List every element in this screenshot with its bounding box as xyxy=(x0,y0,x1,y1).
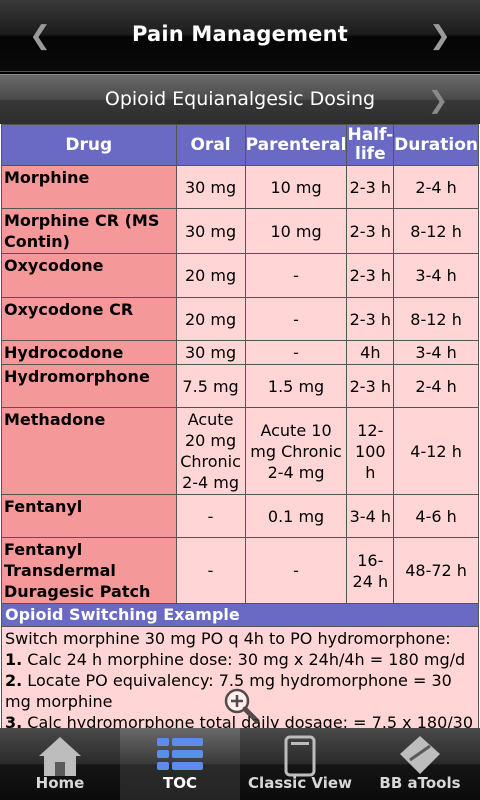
drug-cell: Morphine CR (MS Contin) xyxy=(1,208,177,254)
table-row: Fentanyl - 0.1 mg 3-4 h 4-6 h xyxy=(1,494,479,538)
drug-cell: Oxycodone CR xyxy=(1,297,177,341)
parenteral-cell: 1.5 mg xyxy=(244,364,348,408)
step-number: 3. xyxy=(5,713,23,728)
example-step: 1. Calc 24 h morphine dose: 30 mg x 24h/… xyxy=(5,649,475,670)
parenteral-cell: - xyxy=(244,297,348,341)
drug-cell: Methadone xyxy=(1,407,177,495)
parenteral-cell: 10 mg xyxy=(244,208,348,254)
oral-cell: - xyxy=(175,494,246,538)
half-life-cell: 16-24 h xyxy=(346,537,395,604)
oral-cell: 30 mg xyxy=(175,340,246,365)
tab-home[interactable]: Home xyxy=(0,728,120,800)
step-text: Calc 24 h morphine dose: 30 mg x 24h/4h … xyxy=(22,650,466,669)
table-row: Hydromorphone 7.5 mg 1.5 mg 2-3 h 2-4 h xyxy=(1,364,479,408)
oral-cell: 7.5 mg xyxy=(175,364,246,408)
oral-cell: 20 mg xyxy=(175,297,246,341)
tab-label: BB aTools xyxy=(379,774,461,792)
section-title: Opioid Equianalgesic Dosing xyxy=(104,88,376,110)
drug-cell: Fentanyl xyxy=(1,494,177,538)
duration-cell: 4-6 h xyxy=(393,494,479,538)
content-area[interactable]: Drug Oral Parenteral Half-life Duration … xyxy=(0,124,480,728)
back-arrow-icon[interactable]: ❮ xyxy=(26,22,54,50)
drug-cell: Hydrocodone xyxy=(1,340,177,365)
bottom-tab-bar: Home TOC Classic View BB aTools xyxy=(0,728,480,800)
column-header-duration: Duration xyxy=(393,124,479,166)
column-header-oral: Oral xyxy=(175,124,246,166)
parenteral-cell: - xyxy=(244,253,348,298)
half-life-cell: 12-100 h xyxy=(346,407,395,495)
forward-arrow-icon[interactable]: ❯ xyxy=(426,22,454,50)
half-life-cell: 2-3 h xyxy=(346,364,395,408)
duration-cell: 3-4 h xyxy=(393,340,479,365)
step-number: 1. xyxy=(5,650,23,669)
table-row: Fentanyl Transdermal Duragesic Patch - -… xyxy=(1,537,479,604)
dosing-table: Drug Oral Parenteral Half-life Duration … xyxy=(1,124,479,728)
half-life-cell: 2-3 h xyxy=(346,165,395,209)
list-icon xyxy=(155,734,205,778)
example-intro: Switch morphine 30 mg PO q 4h to PO hydr… xyxy=(5,629,451,648)
oral-cell: 20 mg xyxy=(175,253,246,298)
parenteral-cell: - xyxy=(244,340,348,365)
oral-cell: Acute 20 mg Chronic 2-4 mg xyxy=(175,407,246,495)
parenteral-cell: 0.1 mg xyxy=(244,494,348,538)
half-life-cell: 2-3 h xyxy=(346,297,395,341)
oral-cell: 30 mg xyxy=(175,208,246,254)
duration-cell: 48-72 h xyxy=(393,537,479,604)
column-header-drug: Drug xyxy=(1,124,177,166)
duration-cell: 2-4 h xyxy=(393,364,479,408)
duration-cell: 8-12 h xyxy=(393,297,479,341)
column-header-half-life: Half-life xyxy=(346,124,395,166)
half-life-cell: 2-3 h xyxy=(346,253,395,298)
tab-bb-atools[interactable]: BB aTools xyxy=(360,728,480,800)
table-header-row: Drug Oral Parenteral Half-life Duration xyxy=(1,124,479,166)
table-row: Methadone Acute 20 mg Chronic 2-4 mg Acu… xyxy=(1,407,479,495)
half-life-cell: 3-4 h xyxy=(346,494,395,538)
duration-cell: 8-12 h xyxy=(393,208,479,254)
parenteral-cell: 10 mg xyxy=(244,165,348,209)
drug-cell: Oxycodone xyxy=(1,253,177,298)
tab-label: Classic View xyxy=(248,774,352,792)
table-row: Oxycodone 20 mg - 2-3 h 3-4 h xyxy=(1,253,479,298)
example-header-row: Opioid Switching Example xyxy=(1,603,479,627)
table-row: Morphine CR (MS Contin) 30 mg 10 mg 2-3 … xyxy=(1,208,479,254)
duration-cell: 4-12 h xyxy=(393,407,479,495)
drug-cell: Hydromorphone xyxy=(1,364,177,408)
drug-cell: Fentanyl Transdermal Duragesic Patch xyxy=(1,537,177,604)
oral-cell: - xyxy=(175,537,246,604)
section-forward-arrow-icon[interactable]: ❯ xyxy=(424,86,452,114)
drug-cell: Morphine xyxy=(1,165,177,209)
half-life-cell: 2-3 h xyxy=(346,208,395,254)
example-title: Opioid Switching Example xyxy=(1,603,479,627)
duration-cell: 2-4 h xyxy=(393,165,479,209)
parenteral-cell: - xyxy=(244,537,348,604)
half-life-cell: 4h xyxy=(346,340,395,365)
app-header: ❮ Pain Management ❯ xyxy=(0,0,480,72)
duration-cell: 3-4 h xyxy=(393,253,479,298)
zoom-in-icon[interactable] xyxy=(222,686,262,726)
column-header-parenteral: Parenteral xyxy=(244,124,348,166)
tab-classic-view[interactable]: Classic View xyxy=(240,728,360,800)
oral-cell: 30 mg xyxy=(175,165,246,209)
tab-label: Home xyxy=(35,774,85,792)
table-row: Hydrocodone 30 mg - 4h 3-4 h xyxy=(1,340,479,365)
tab-toc[interactable]: TOC xyxy=(120,728,240,800)
page-title: Pain Management xyxy=(131,22,349,46)
step-number: 2. xyxy=(5,671,23,690)
table-row: Oxycodone CR 20 mg - 2-3 h 8-12 h xyxy=(1,297,479,341)
table-row: Morphine 30 mg 10 mg 2-3 h 2-4 h xyxy=(1,165,479,209)
parenteral-cell: Acute 10 mg Chronic 2-4 mg xyxy=(244,407,348,495)
section-header: Opioid Equianalgesic Dosing ❯ xyxy=(0,74,480,124)
tab-label: TOC xyxy=(163,774,197,792)
